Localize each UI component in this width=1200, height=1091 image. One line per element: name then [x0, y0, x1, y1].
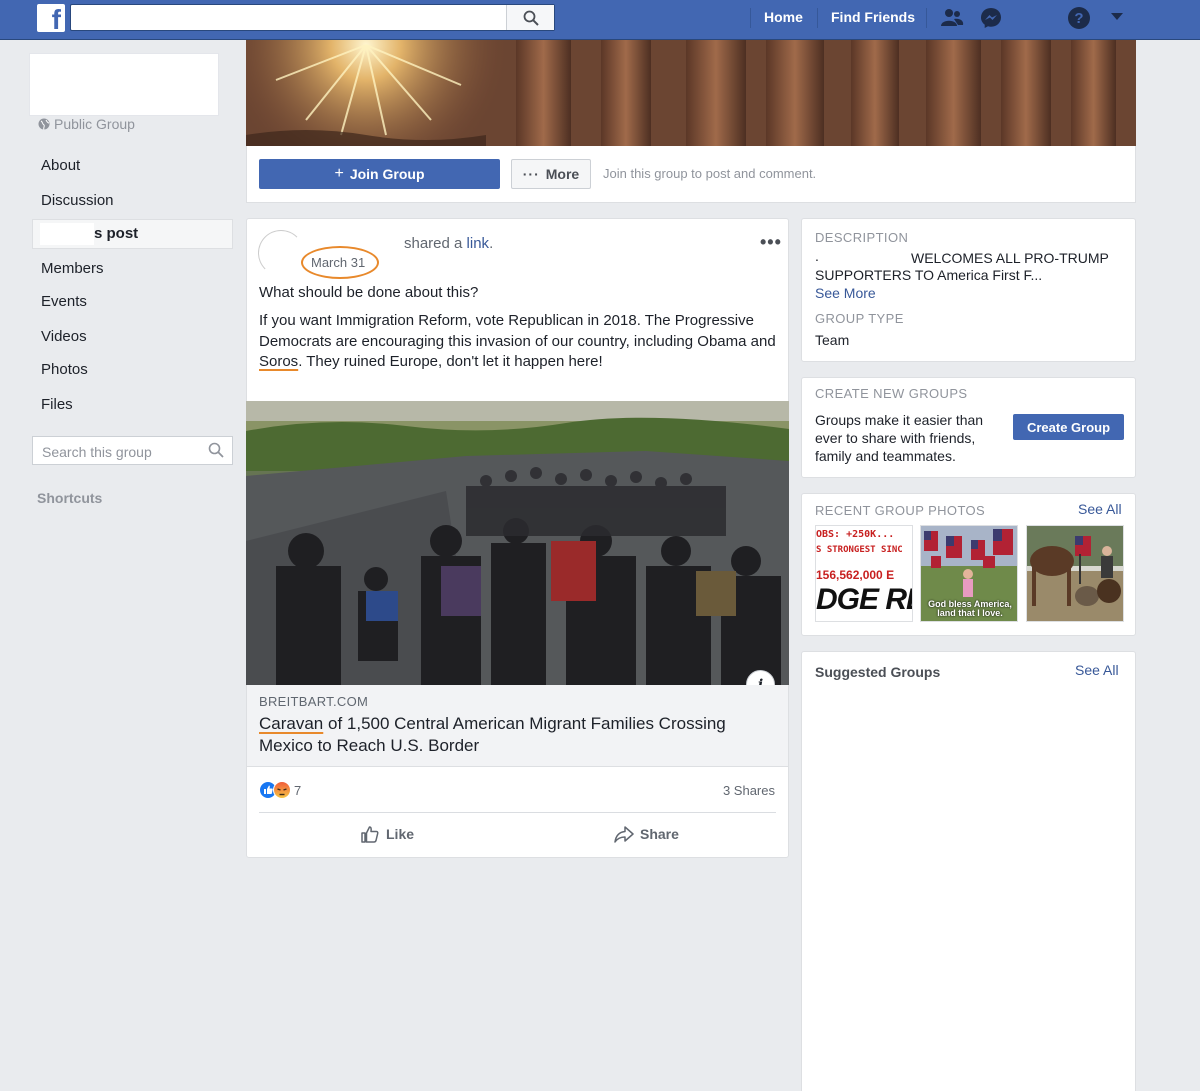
reaction-summary[interactable]: 7 [259, 781, 301, 799]
thumb1-line-3: 156,562,000 E [816, 568, 895, 582]
left-nav-files[interactable]: Files [41, 396, 73, 413]
shortcuts-heading: Shortcuts [37, 490, 103, 506]
thumb1-line-1: OBS: +250K... [816, 529, 895, 540]
group-search-placeholder: Search this group [42, 444, 152, 460]
post-shared-text: shared a link. [404, 235, 493, 252]
more-label: More [545, 166, 580, 182]
left-nav-videos[interactable]: Videos [41, 328, 87, 345]
link-headline[interactable]: Caravan of 1,500 Central American Migran… [259, 713, 779, 757]
share-arrow-icon [614, 826, 634, 843]
share-button[interactable]: Share [614, 824, 679, 844]
nav-divider [750, 8, 751, 28]
facebook-logo[interactable]: f [37, 4, 65, 32]
nav-divider [817, 8, 818, 28]
top-navigation-bar: f Home Find Friends ? [0, 0, 1200, 40]
post-body-soros: Soros [259, 353, 299, 370]
left-nav-about[interactable]: About [41, 157, 80, 174]
public-group-text: Public Group [54, 116, 135, 132]
photos-see-all-link[interactable]: See All [1078, 501, 1122, 517]
recent-photos-heading: RECENT GROUP PHOTOS [815, 503, 986, 518]
plus-icon: + [334, 165, 344, 182]
search-button[interactable] [506, 5, 554, 30]
search-icon [523, 10, 539, 26]
nav-find-friends-link[interactable]: Find Friends [831, 9, 915, 25]
messenger-icon[interactable] [979, 6, 1003, 30]
share-label: Share [640, 826, 679, 842]
like-button[interactable]: Like [360, 824, 414, 844]
link-domain: BREITBART.COM [259, 694, 369, 709]
create-group-button[interactable]: Create Group [1013, 414, 1124, 440]
see-more-link[interactable]: See More [815, 284, 876, 302]
group-type-value: Team [815, 332, 850, 348]
thumb2-caption: God bless America, land that I love. [928, 599, 1012, 618]
nav-home-link[interactable]: Home [764, 9, 803, 25]
angry-reaction-icon [273, 781, 291, 799]
link-headline-rest: of 1,500 Central American Migrant Famili… [259, 714, 726, 755]
post-options-icon[interactable]: ••• [760, 232, 782, 253]
group-type-heading: GROUP TYPE [815, 311, 904, 326]
description-prefix: . [815, 248, 819, 264]
thumb1-line-2: S STRONGEST SINC [816, 545, 903, 555]
cover-image-art [246, 40, 1136, 146]
shares-count[interactable]: 3 Shares [723, 783, 775, 798]
search-icon[interactable] [208, 442, 224, 458]
left-nav-post[interactable]: s post [94, 225, 138, 242]
left-nav-members[interactable]: Members [41, 260, 104, 277]
post-actions-divider [259, 812, 776, 813]
suggested-see-all-link[interactable]: See All [1075, 662, 1119, 678]
left-nav-events[interactable]: Events [41, 293, 87, 310]
join-group-label: Join Group [349, 166, 425, 182]
group-search-input[interactable]: Search this group [32, 436, 233, 465]
photo-thumbnail-3[interactable] [1026, 525, 1124, 622]
description-heading: DESCRIPTION [815, 230, 909, 245]
nav-divider [926, 8, 927, 28]
description-line-1: WELCOMES ALL PRO-TRUMP [911, 250, 1109, 266]
create-groups-heading: CREATE NEW GROUPS [815, 386, 968, 401]
more-button[interactable]: ··· More [511, 159, 591, 189]
group-cover-photo [246, 40, 1136, 146]
left-nav-photos[interactable]: Photos [41, 361, 88, 378]
thumbs-up-icon [361, 826, 379, 843]
horse-rider-flag-art [1027, 526, 1123, 621]
ellipsis-icon: ··· [522, 166, 540, 182]
photo-thumbnail-2[interactable]: God bless America, land that I love. [920, 525, 1018, 622]
left-nav-discussion[interactable]: Discussion [41, 192, 114, 209]
global-search-input[interactable] [70, 4, 555, 31]
post-timestamp[interactable]: March 31 [311, 255, 365, 270]
globe-icon [38, 118, 50, 130]
friend-requests-icon[interactable] [940, 6, 964, 30]
help-icon[interactable]: ? [1067, 6, 1091, 30]
post-body-part2: . They ruined Europe, don't let it happe… [298, 353, 603, 370]
description-line-2: SUPPORTERS TO America First F... [815, 267, 1043, 283]
reaction-count: 7 [294, 782, 302, 798]
crowd-photo-art [246, 401, 789, 685]
link-preview-image[interactable] [246, 401, 789, 685]
svg-text:?: ? [1074, 10, 1083, 27]
link-headline-caravan: Caravan [259, 714, 324, 733]
account-menu-icon[interactable] [1110, 12, 1124, 22]
post-body: If you want Immigration Reform, vote Rep… [259, 311, 779, 373]
shared-prefix: shared a [404, 235, 463, 252]
join-hint-text: Join this group to post and comment. [603, 166, 817, 181]
like-label: Like [386, 826, 415, 842]
post-body-part1: If you want Immigration Reform, vote Rep… [259, 312, 776, 350]
shared-suffix: . [489, 235, 494, 252]
post-question: What should be done about this? [259, 284, 479, 301]
poster-avatar[interactable] [258, 230, 304, 276]
suggested-groups-card [801, 651, 1136, 1091]
group-name-redacted [29, 53, 219, 116]
shared-link[interactable]: link [467, 235, 490, 252]
suggested-groups-heading: Suggested Groups [815, 664, 941, 680]
group-privacy-label: Public Group [38, 116, 135, 132]
photo-thumbnail-1[interactable]: OBS: +250K... S STRONGEST SINC 156,562,0… [815, 525, 913, 622]
create-groups-text: Groups make it easier than ever to share… [815, 412, 984, 464]
thumb1-line-4: DGE REI [816, 583, 912, 616]
join-group-button[interactable]: + Join Group [259, 159, 500, 189]
redacted-text-block [40, 223, 94, 245]
